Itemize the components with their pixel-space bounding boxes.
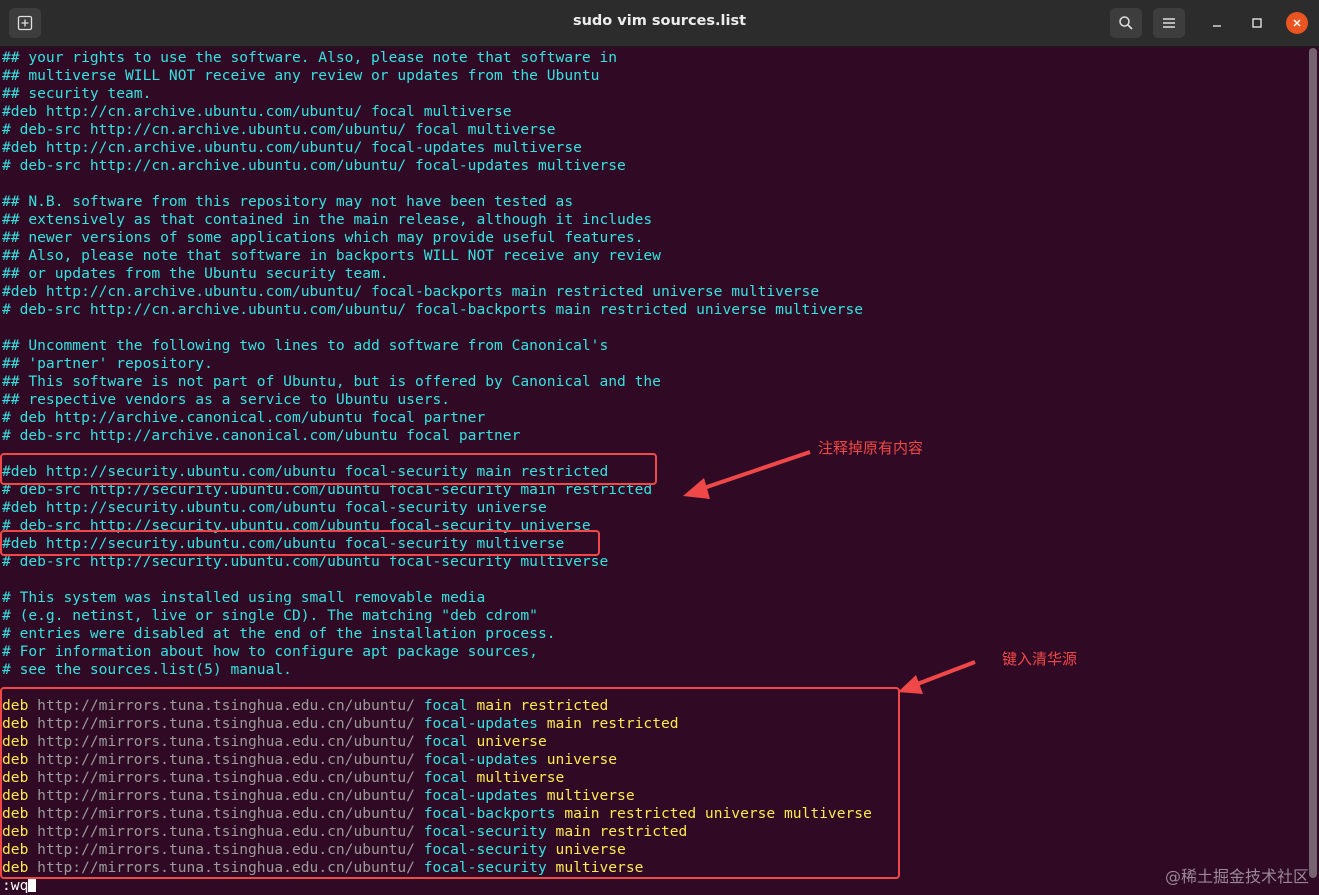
annotation-arrows <box>683 450 976 694</box>
arrowhead-add-tsinghua <box>898 675 923 694</box>
watermark: @稀土掘金技术社区 <box>1164 867 1309 886</box>
arrow-add-tsinghua <box>911 660 976 688</box>
annotation-comment-out: 注释掉原有内容 <box>818 439 924 457</box>
arrowhead-comment-out <box>683 478 710 499</box>
annotation-add-tsinghua: 键入清华源 <box>1002 650 1078 668</box>
arrow-comment-out <box>697 450 811 492</box>
